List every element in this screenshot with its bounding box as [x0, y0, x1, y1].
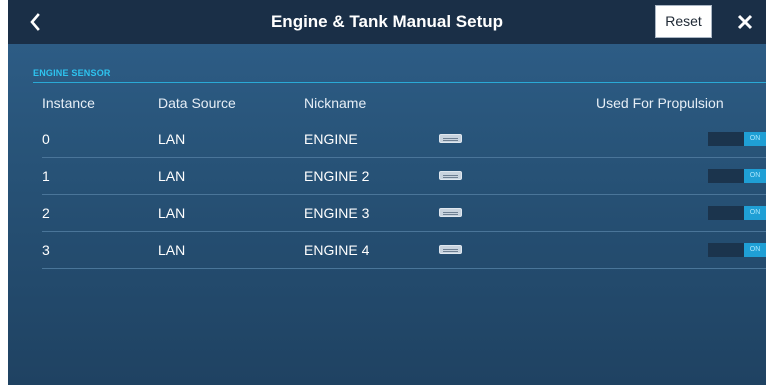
propulsion-toggle[interactable]: ON — [708, 169, 766, 183]
table-row: 3 LAN ENGINE 4 ON — [33, 232, 766, 269]
propulsion-toggle[interactable]: ON — [708, 132, 766, 146]
keyboard-icon[interactable] — [439, 245, 462, 254]
page-title: Engine & Tank Manual Setup — [270, 12, 504, 31]
screen: Engine & Tank Manual Setup Reset ENGINE … — [0, 0, 766, 385]
toggle-on-label: ON — [744, 206, 766, 220]
nickname-cell: ENGINE — [304, 131, 358, 147]
row-divider — [42, 268, 766, 269]
column-header-instance: Instance — [42, 95, 95, 111]
settings-panel: ENGINE SENSOR Instance Data Source Nickn… — [8, 44, 766, 385]
section-divider — [33, 82, 766, 83]
nickname-cell: ENGINE 3 — [304, 205, 370, 221]
keyboard-icon[interactable] — [439, 208, 462, 217]
instance-cell: 0 — [42, 131, 50, 147]
keyboard-icon[interactable] — [439, 134, 462, 143]
toggle-on-label: ON — [744, 132, 766, 146]
nickname-cell: ENGINE 4 — [304, 242, 370, 258]
column-header-propulsion: Used For Propulsion — [596, 95, 724, 111]
propulsion-toggle[interactable]: ON — [708, 206, 766, 220]
reset-button[interactable]: Reset — [655, 5, 712, 38]
data-source-cell: LAN — [158, 131, 186, 147]
table-row: 0 LAN ENGINE ON — [33, 121, 766, 158]
title-bar: Engine & Tank Manual Setup Reset — [8, 0, 766, 44]
chevron-left-icon — [30, 13, 40, 31]
data-source-cell: LAN — [158, 168, 186, 184]
close-button[interactable] — [730, 6, 760, 38]
column-header-data-source: Data Source — [158, 95, 236, 111]
toggle-on-label: ON — [744, 243, 766, 257]
propulsion-toggle[interactable]: ON — [708, 243, 766, 257]
close-icon — [737, 14, 753, 30]
keyboard-icon[interactable] — [439, 171, 462, 180]
toggle-on-label: ON — [744, 169, 766, 183]
table-row: 2 LAN ENGINE 3 ON — [33, 195, 766, 232]
instance-cell: 2 — [42, 205, 50, 221]
section-label: ENGINE SENSOR — [33, 68, 111, 78]
back-button[interactable] — [22, 8, 48, 36]
nickname-cell: ENGINE 2 — [304, 168, 370, 184]
instance-cell: 3 — [42, 242, 50, 258]
column-header-nickname: Nickname — [304, 95, 367, 111]
instance-cell: 1 — [42, 168, 50, 184]
table-row: 1 LAN ENGINE 2 ON — [33, 158, 766, 195]
data-source-cell: LAN — [158, 242, 186, 258]
data-source-cell: LAN — [158, 205, 186, 221]
